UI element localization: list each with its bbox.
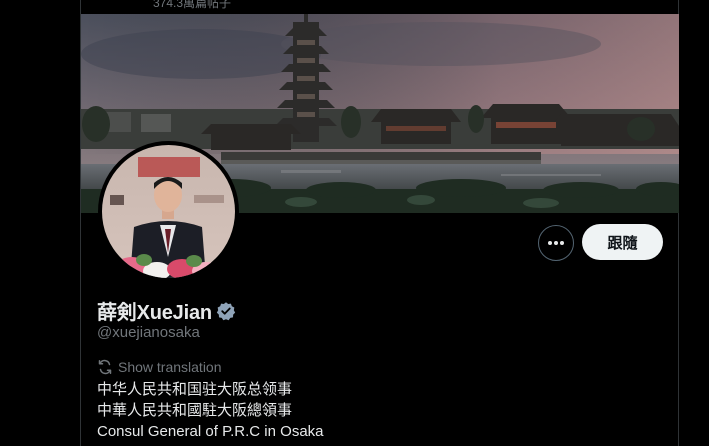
show-translation-label: Show translation xyxy=(118,359,222,375)
handle: @xuejianosaka xyxy=(97,324,200,341)
profile-column: 374.3萬篇帖子 跟隨 薛剣XueJian @xuejianosaka Sho… xyxy=(80,0,679,446)
display-name: 薛剣XueJian xyxy=(97,302,212,324)
more-options-button[interactable] xyxy=(538,225,574,261)
avatar-image xyxy=(102,145,235,278)
profile-bio: 中华人民共和国驻大阪总领事 中華人民共和國駐大阪總領事 Consul Gener… xyxy=(97,379,324,442)
post-count: 374.3萬篇帖子 xyxy=(153,0,232,10)
verified-badge-icon[interactable] xyxy=(216,301,236,321)
bio-line: Consul General of P.R.C in Osaka xyxy=(97,423,324,440)
page: 374.3萬篇帖子 跟隨 薛剣XueJian @xuejianosaka Sho… xyxy=(0,0,709,446)
show-translation-link[interactable]: Show translation xyxy=(97,359,222,375)
avatar[interactable] xyxy=(98,141,239,282)
bio-line: 中華人民共和國駐大阪總領事 xyxy=(97,402,293,419)
name-row: 薛剣XueJian xyxy=(97,296,236,325)
bio-line: 中华人民共和国驻大阪总领事 xyxy=(97,381,293,398)
follow-button[interactable]: 跟隨 xyxy=(582,224,663,260)
more-options-icon xyxy=(548,241,564,245)
translate-icon xyxy=(98,359,112,375)
